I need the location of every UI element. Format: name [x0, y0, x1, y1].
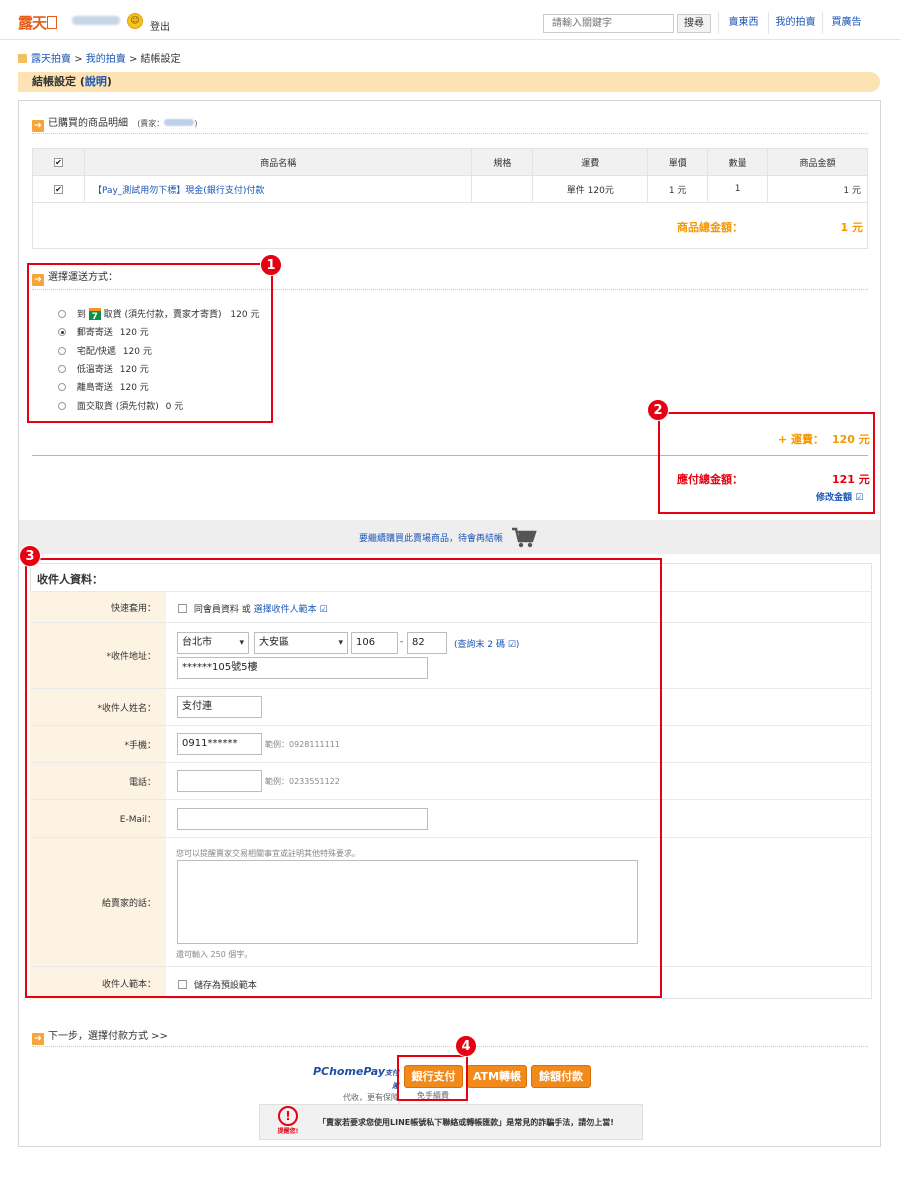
- purchased-heading: ➔ 已購買的商品明細 (賣家：): [32, 114, 197, 132]
- atm-transfer-button[interactable]: ATM轉帳: [467, 1065, 527, 1088]
- item-amount: 1 元: [767, 175, 868, 203]
- annotation-badge-4: 4: [455, 1035, 477, 1057]
- search-input[interactable]: [543, 14, 674, 33]
- top-bar: 露天 ☺ 登出 搜尋 賣東西 我的拍賣 買廣告: [0, 0, 900, 40]
- fraud-warning-box: ! 提醒您! 「賣家若要求您使用LINE帳號私下聯絡或轉帳匯款」是常見的詐騙手法…: [259, 1104, 643, 1140]
- breadcrumb-icon: [18, 54, 27, 63]
- balance-pay-button[interactable]: 餘額付款: [531, 1065, 591, 1088]
- table-row: ✔ 【Pay_測試用勿下標】現金(銀行支付)付款 單件 120元 1 元 1 1…: [32, 175, 868, 203]
- annotation-badge-2: 2: [647, 399, 669, 421]
- fraud-warning-text: 「賣家若要求您使用LINE帳號私下聯絡或轉帳匯款」是常見的詐騙手法，請勿上當!: [318, 1118, 614, 1127]
- annotation-box-2: [658, 412, 875, 514]
- arrow-right-icon: ➔: [32, 1033, 44, 1045]
- warning-icon: ! 提醒您!: [274, 1106, 302, 1135]
- item-qty: 1: [707, 175, 769, 203]
- breadcrumb: 露天拍賣 > 我的拍賣 > 結帳設定: [18, 50, 181, 65]
- select-all-checkbox[interactable]: ✔: [53, 158, 63, 167]
- col-spec: 規格: [471, 148, 534, 176]
- logout-link[interactable]: 登出: [150, 18, 170, 33]
- item-checkbox[interactable]: ✔: [53, 185, 63, 194]
- annotation-badge-3: 3: [19, 545, 41, 567]
- seller-id-blurred: [164, 119, 195, 126]
- breadcrumb-home[interactable]: 露天拍賣: [31, 54, 71, 65]
- purchased-items-table: ✔ 商品名稱 規格 運費 單價 數量 商品金額 ✔ 【Pay_測試用勿下標】現金…: [32, 148, 868, 203]
- col-shipping: 運費: [532, 148, 649, 176]
- annotation-box-4: [397, 1055, 468, 1101]
- user-avatar-icon[interactable]: ☺: [127, 13, 143, 29]
- table-header-row: ✔ 商品名稱 規格 運費 單價 數量 商品金額: [32, 148, 868, 176]
- page-title: 結帳設定: [32, 75, 76, 88]
- nav-my-auction[interactable]: 我的拍賣: [768, 12, 822, 34]
- breadcrumb-my-auction[interactable]: 我的拍賣: [86, 54, 126, 65]
- col-qty: 數量: [707, 148, 769, 176]
- shopping-cart-icon[interactable]: [511, 527, 537, 552]
- item-spec: [471, 175, 534, 203]
- annotation-box-1: [27, 263, 273, 423]
- col-price: 單價: [647, 148, 709, 176]
- nav-sell[interactable]: 賣東西: [718, 12, 768, 34]
- annotation-badge-1: 1: [260, 254, 282, 276]
- page-title-bar: 結帳設定 (說明): [18, 72, 880, 92]
- arrow-right-icon: ➔: [32, 120, 44, 132]
- pchomepay-logo: PChomePay支付連 代收，更有保障: [312, 1065, 399, 1103]
- col-amount: 商品金額: [767, 148, 868, 176]
- subtotal-value: 1 元: [840, 221, 863, 234]
- item-shipping: 單件 120元: [532, 175, 649, 203]
- continue-shopping-bar: 要繼續購買此賣場商品，待會再結帳: [19, 520, 880, 554]
- breadcrumb-current: 結帳設定: [140, 54, 181, 65]
- annotation-box-3: [25, 558, 662, 998]
- continue-shopping-link[interactable]: 要繼續購買此賣場商品，待會再結帳: [359, 531, 503, 544]
- search-button[interactable]: 搜尋: [677, 14, 711, 33]
- col-name: 商品名稱: [83, 148, 473, 176]
- item-name-link[interactable]: 【Pay_測試用勿下標】現金(銀行支付)付款: [93, 186, 264, 196]
- subtotal-box: 商品總金額： 1 元: [32, 202, 868, 249]
- nav-buy-ads[interactable]: 買廣告: [822, 12, 870, 34]
- ruten-logo[interactable]: 露天: [18, 12, 58, 33]
- item-price: 1 元: [647, 175, 709, 203]
- help-link[interactable]: 說明: [85, 75, 107, 88]
- subtotal-label: 商品總金額：: [677, 221, 743, 234]
- user-id-blurred: [72, 16, 120, 25]
- next-step-heading: ➔ 下一步，選擇付款方式 >>: [32, 1027, 168, 1045]
